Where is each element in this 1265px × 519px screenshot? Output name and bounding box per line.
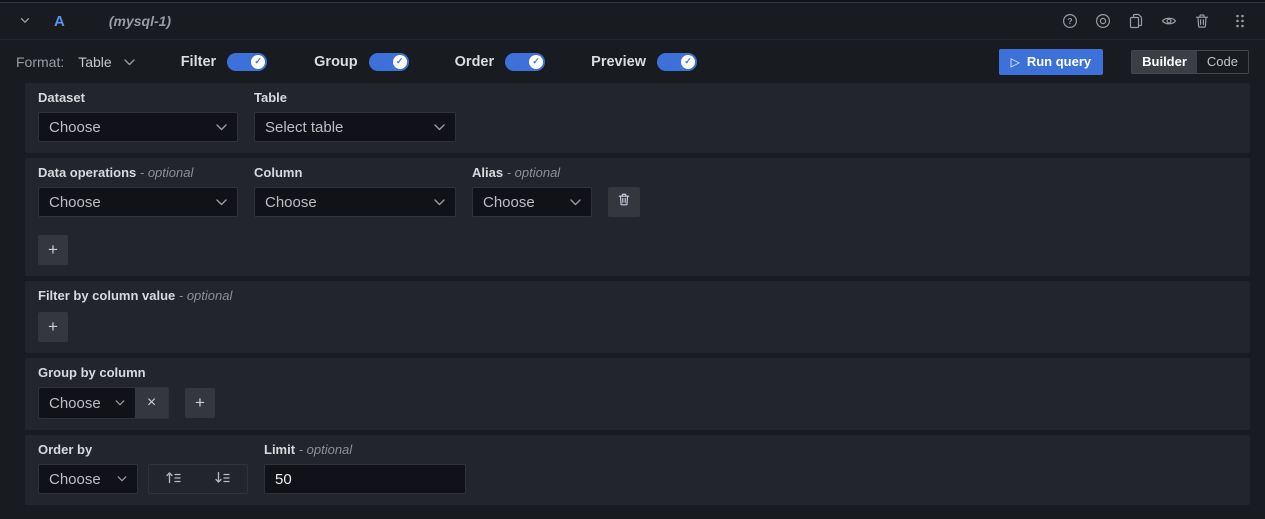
- run-query-label: Run query: [1027, 54, 1091, 69]
- check-icon: ✓: [681, 55, 695, 69]
- svg-text:?: ?: [1067, 16, 1072, 26]
- editor-mode-toggle: Builder Code: [1131, 50, 1249, 74]
- check-icon: ✓: [529, 55, 543, 69]
- close-icon: ×: [147, 394, 156, 412]
- alias-label: Alias - optional: [472, 165, 592, 180]
- group-by-widget: Choose ×: [38, 387, 169, 419]
- sort-direction-group: [148, 464, 248, 494]
- chevron-down-icon: [216, 124, 227, 131]
- dataset-field: Dataset Choose: [38, 90, 238, 142]
- chevron-down-icon: [434, 124, 445, 131]
- order-limit-row: Order by Choose: [25, 435, 1250, 505]
- chevron-down-icon: [216, 199, 227, 206]
- mode-builder-button[interactable]: Builder: [1132, 51, 1197, 73]
- group-by-select[interactable]: Choose: [39, 388, 135, 418]
- format-selected-value: Table: [78, 54, 111, 70]
- data-operations-field: Data operations - optional Choose: [38, 165, 238, 217]
- run-query-button[interactable]: ▷ Run query: [999, 49, 1104, 75]
- data-operations-label: Data operations - optional: [38, 165, 238, 180]
- chevron-down-icon: [124, 54, 135, 69]
- format-label: Format:: [16, 54, 64, 70]
- format-select[interactable]: Table: [78, 54, 134, 70]
- add-filter-button[interactable]: +: [38, 312, 68, 342]
- chevron-down-icon: [434, 199, 445, 206]
- filter-toggle[interactable]: ✓: [227, 53, 267, 71]
- dataset-select[interactable]: Choose: [38, 112, 238, 142]
- table-select[interactable]: Select table: [254, 112, 456, 142]
- query-toolbar: Format: Table Filter ✓ Group ✓ Order ✓ P…: [0, 40, 1265, 83]
- mode-code-button[interactable]: Code: [1197, 51, 1248, 73]
- order-toggle-group: Order ✓: [455, 53, 546, 71]
- filter-row: Filter by column value - optional +: [25, 281, 1250, 353]
- order-by-field: Order by Choose: [38, 442, 248, 494]
- alias-field: Alias - optional Choose: [472, 165, 592, 217]
- add-select-item-button[interactable]: +: [38, 235, 68, 265]
- filter-toggle-label: Filter: [181, 54, 216, 70]
- plus-icon: +: [48, 240, 58, 260]
- drag-handle-icon[interactable]: [1231, 11, 1249, 31]
- select-row: Data operations - optional Choose Column…: [25, 158, 1250, 276]
- group-by-label: Group by column: [38, 365, 1237, 380]
- add-group-by-button[interactable]: +: [185, 388, 215, 418]
- group-toggle-group: Group ✓: [314, 53, 409, 71]
- group-toggle-label: Group: [314, 54, 358, 70]
- group-by-row: Group by column Choose × +: [25, 358, 1250, 430]
- limit-field: Limit - optional: [264, 442, 466, 494]
- sort-descending-button[interactable]: [198, 465, 247, 493]
- chevron-down-icon: [18, 13, 32, 30]
- query-header[interactable]: A (mysql-1) ?: [0, 3, 1265, 40]
- eye-icon[interactable]: [1159, 11, 1179, 31]
- remove-group-by-button[interactable]: ×: [135, 388, 168, 418]
- data-operations-select[interactable]: Choose: [38, 187, 238, 217]
- preview-toggle-label: Preview: [591, 54, 646, 70]
- datasource-name: (mysql-1): [109, 13, 171, 29]
- trash-icon[interactable]: [1192, 11, 1212, 31]
- chevron-down-icon: [115, 400, 125, 406]
- trash-icon: [617, 192, 631, 212]
- query-header-actions: ?: [1060, 11, 1249, 31]
- play-icon: ▷: [1011, 55, 1020, 69]
- filter-toggle-group: Filter ✓: [181, 53, 267, 71]
- preview-toggle-group: Preview ✓: [591, 53, 697, 71]
- alias-select[interactable]: Choose: [472, 187, 592, 217]
- limit-input[interactable]: [264, 464, 466, 494]
- duplicate-icon[interactable]: [1126, 11, 1146, 31]
- plus-icon: +: [48, 317, 58, 337]
- dataset-label: Dataset: [38, 90, 238, 105]
- sort-amount-down-icon: [214, 470, 231, 488]
- order-by-select[interactable]: Choose: [38, 464, 138, 494]
- check-icon: ✓: [251, 55, 265, 69]
- table-label: Table: [254, 90, 456, 105]
- column-select[interactable]: Choose: [254, 187, 456, 217]
- sort-ascending-button[interactable]: [149, 465, 198, 493]
- chevron-down-icon: [570, 199, 581, 206]
- column-field: Column Choose: [254, 165, 456, 217]
- record-icon[interactable]: [1093, 11, 1113, 31]
- order-toggle-label: Order: [455, 54, 495, 70]
- dataset-table-row: Dataset Choose Table Select table: [25, 83, 1250, 153]
- check-icon: ✓: [393, 55, 407, 69]
- column-label: Column: [254, 165, 456, 180]
- table-field: Table Select table: [254, 90, 456, 142]
- collapse-query-button[interactable]: [16, 11, 34, 32]
- preview-toggle[interactable]: ✓: [657, 53, 697, 71]
- remove-select-item-button[interactable]: [608, 187, 640, 217]
- sort-amount-up-icon: [165, 470, 182, 488]
- limit-label: Limit - optional: [264, 442, 466, 457]
- order-by-label: Order by: [38, 442, 248, 457]
- plus-icon: +: [195, 393, 205, 413]
- order-toggle[interactable]: ✓: [505, 53, 545, 71]
- chevron-down-icon: [117, 476, 127, 482]
- group-toggle[interactable]: ✓: [369, 53, 409, 71]
- query-builder: Dataset Choose Table Select table Data o…: [0, 83, 1265, 505]
- help-icon[interactable]: ?: [1060, 11, 1080, 31]
- filter-section-label: Filter by column value - optional: [38, 288, 1237, 303]
- query-ref-id: A: [54, 13, 65, 30]
